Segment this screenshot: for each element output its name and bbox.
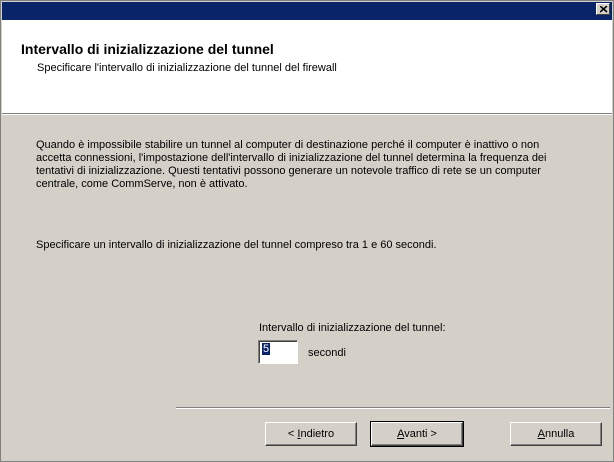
footer-divider [176,407,610,409]
page-subtitle: Specificare l'intervallo di inizializzaz… [37,62,337,74]
interval-input-value: 5 [262,343,271,355]
close-icon [600,6,608,13]
back-button-prefix: < [287,427,298,440]
cancel-button-accel: A [537,427,545,440]
wizard-header: Intervallo di inizializzazione del tunne… [2,20,612,114]
back-button-label: ndietro [300,427,335,440]
back-button[interactable]: < Indietro [265,422,357,446]
setup-dialog: Intervallo di inizializzazione del tunne… [0,0,614,462]
interval-input[interactable]: 5 [258,340,298,364]
next-button-label: vanti > [404,427,437,440]
unit-label: secondi [308,347,346,359]
cancel-button[interactable]: Annulla [510,422,602,446]
interval-field-label: Intervallo di inizializzazione del tunne… [259,322,446,334]
header-divider [2,114,612,115]
instruction-text: Specificare un intervallo di inizializza… [36,239,437,251]
page-title: Intervallo di inizializzazione del tunne… [21,41,274,57]
title-bar [2,2,612,20]
next-button[interactable]: Avanti > [370,421,464,447]
cancel-button-label: nnulla [544,427,575,440]
close-button[interactable] [596,3,610,15]
description-text: Quando è impossibile stabilire un tunnel… [36,139,547,190]
